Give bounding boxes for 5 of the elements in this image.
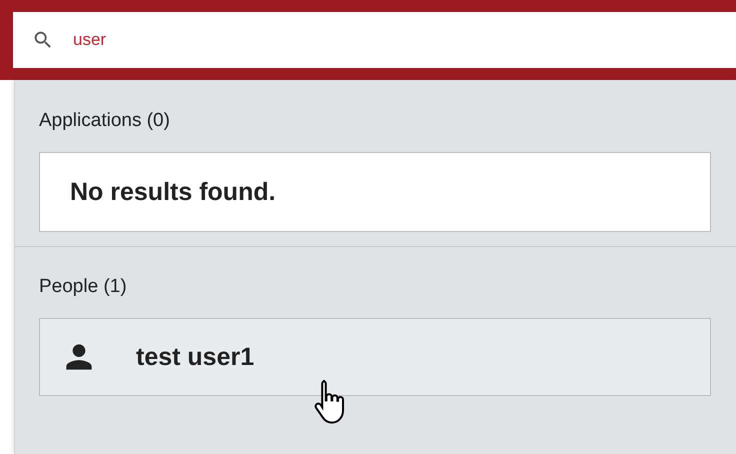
search-field[interactable]: user — [13, 12, 736, 68]
section-heading: People (1) — [39, 276, 128, 298]
section-heading: Applications (0) — [39, 110, 171, 132]
person-result[interactable]: test user1 — [39, 318, 711, 396]
no-results-message: No results found. — [39, 152, 711, 232]
